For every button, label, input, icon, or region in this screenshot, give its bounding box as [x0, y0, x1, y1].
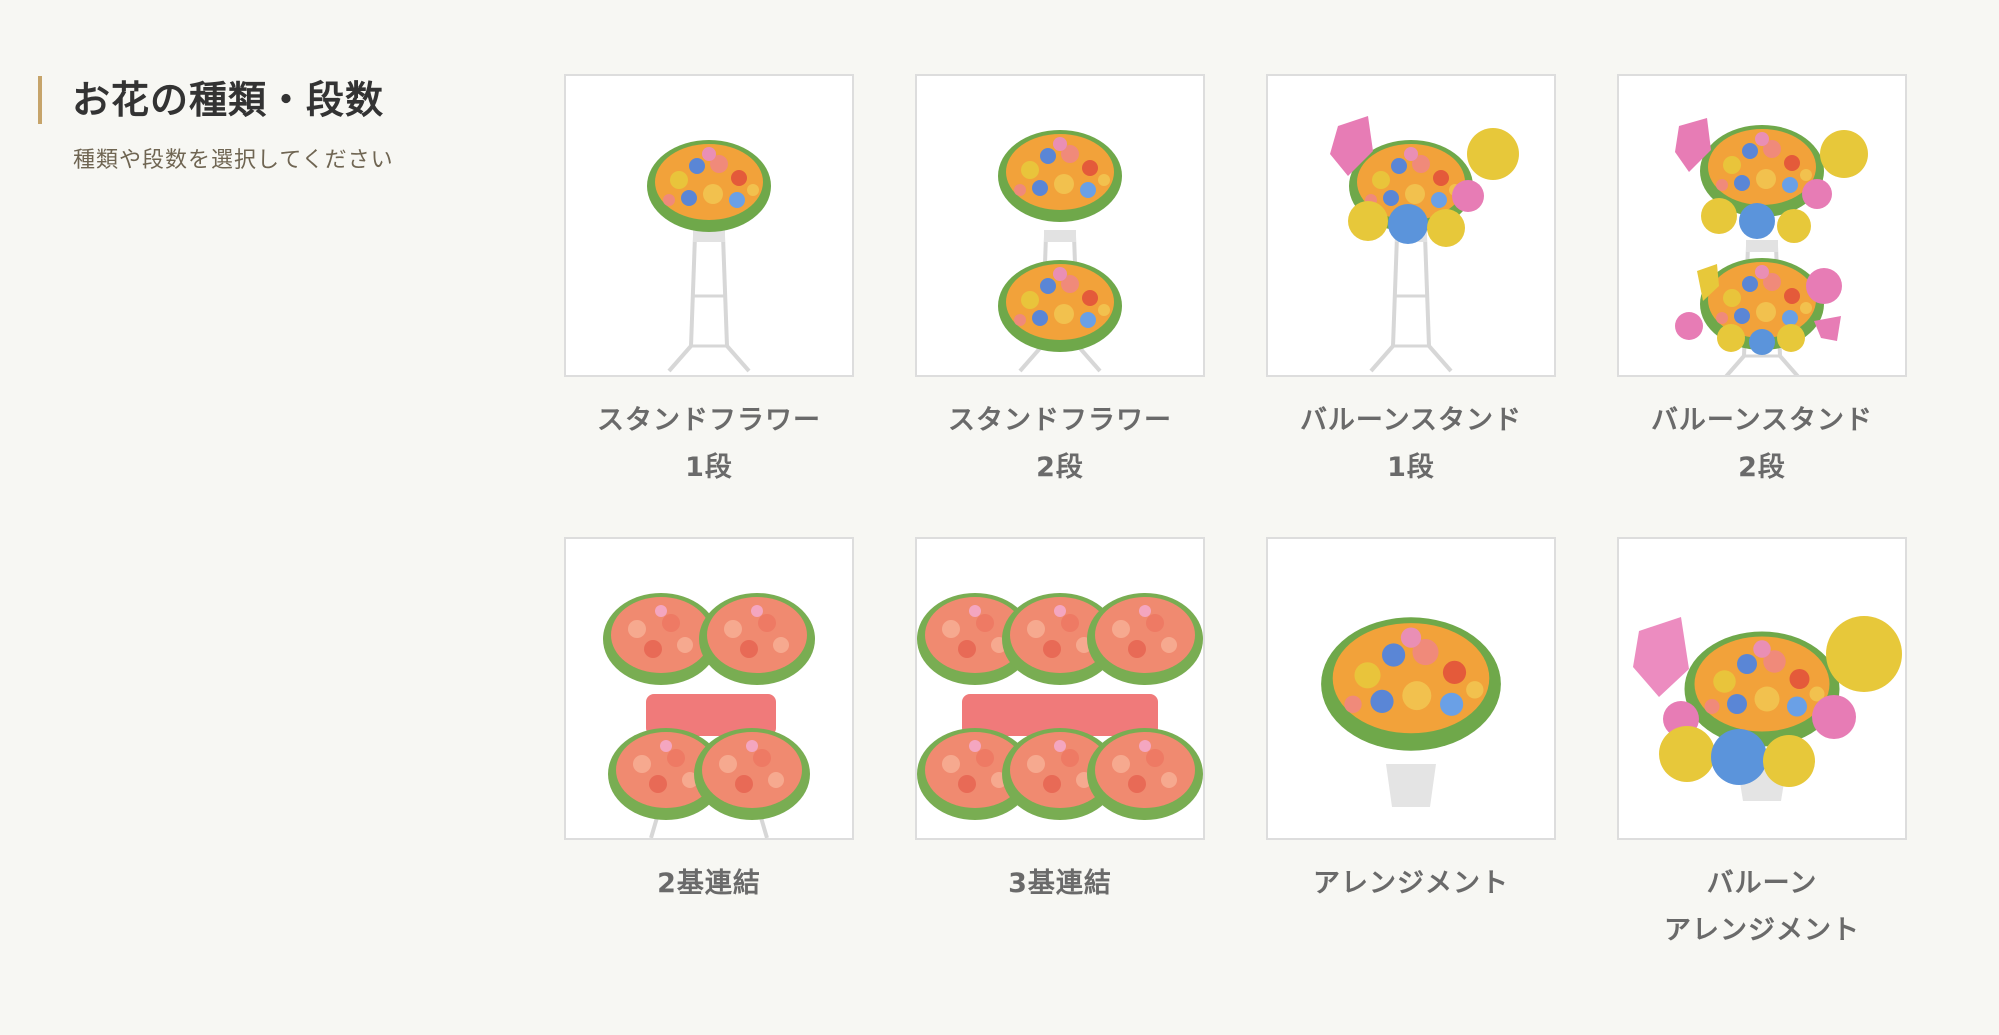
option-card-arrangement[interactable]: アレンジメント [1266, 537, 1556, 954]
option-thumbnail [1266, 537, 1556, 840]
option-label: バルーン アレンジメント [1617, 860, 1907, 954]
option-thumbnail [1617, 537, 1907, 840]
option-label-line2: アレンジメント [1664, 915, 1860, 946]
balloon-arrangement-icon [1633, 616, 1902, 801]
option-label: 3基連結 [915, 860, 1205, 907]
option-label-line1: スタンドフラワー [597, 405, 821, 436]
option-card-stand-flower-2[interactable]: スタンドフラワー 2段 [915, 74, 1205, 537]
section-header: お花の種類・段数 [38, 76, 384, 124]
option-card-balloon-stand-2[interactable]: バルーンスタンド 2段 [1617, 74, 1907, 537]
option-label: スタンドフラワー 2段 [915, 397, 1205, 491]
option-thumbnail [1617, 74, 1907, 377]
option-card-balloon-stand-1[interactable]: バルーンスタンド 1段 [1266, 74, 1556, 537]
option-card-balloon-arrangement[interactable]: バルーン アレンジメント [1617, 537, 1907, 954]
option-label-line2: 1段 [1387, 452, 1435, 483]
flower-type-grid: スタンドフラワー 1段 スタンドフラワー 2段 バルーンスタンド 1段 バルーン… [564, 74, 1907, 954]
balloon-stand-1-tier-icon [1330, 116, 1519, 373]
option-thumbnail [564, 74, 854, 377]
option-thumbnail [564, 537, 854, 840]
option-thumbnail [915, 74, 1205, 377]
option-label: バルーンスタンド 2段 [1617, 397, 1907, 491]
option-card-3-linked[interactable]: 3基連結 [915, 537, 1205, 954]
option-label-line1: 3基連結 [1008, 868, 1112, 899]
option-label: スタンドフラワー 1段 [564, 397, 854, 491]
option-label-line2: 2段 [1036, 452, 1084, 483]
option-label-line2: 1段 [685, 452, 733, 483]
3-linked-stand-icon [917, 593, 1203, 820]
option-card-stand-flower-1[interactable]: スタンドフラワー 1段 [564, 74, 854, 537]
option-label-line1: アレンジメント [1313, 868, 1509, 899]
option-label-line2: 2段 [1738, 452, 1786, 483]
2-linked-stand-icon [603, 593, 815, 838]
section-subtitle: 種類や段数を選択してください [73, 148, 394, 173]
arrangement-icon [1321, 617, 1501, 807]
option-label: 2基連結 [564, 860, 854, 907]
option-label: バルーンスタンド 1段 [1266, 397, 1556, 491]
option-label-line1: バルーン [1706, 868, 1818, 899]
flower-type-section: お花の種類・段数 種類や段数を選択してください スタンドフラワー 1段 スタンド… [0, 0, 1999, 1035]
option-label-line1: 2基連結 [657, 868, 761, 899]
option-label-line1: バルーンスタンド [1650, 405, 1874, 436]
option-label-line1: スタンドフラワー [948, 405, 1172, 436]
option-thumbnail [1266, 74, 1556, 377]
section-title: お花の種類・段数 [72, 78, 385, 122]
option-card-2-linked[interactable]: 2基連結 [564, 537, 854, 954]
option-label-line1: バルーンスタンド [1299, 405, 1523, 436]
balloon-stand-2-tier-icon [1675, 118, 1868, 375]
stand-flower-2-tier-icon [998, 130, 1122, 373]
stand-flower-1-tier-icon [647, 140, 771, 373]
option-label: アレンジメント [1266, 860, 1556, 907]
option-thumbnail [915, 537, 1205, 840]
